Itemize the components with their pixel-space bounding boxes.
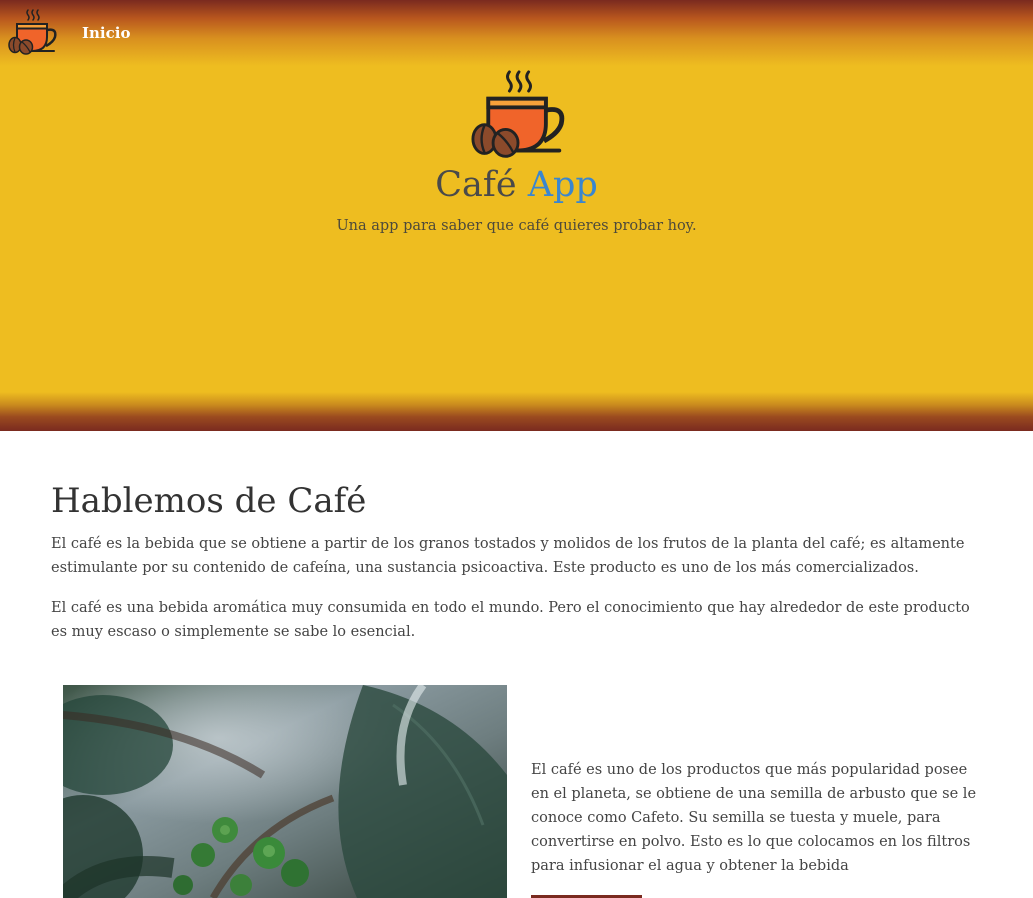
- second-paragraph: El café es una bebida aromática muy cons…: [51, 600, 970, 640]
- coffee-cup-beans-icon[interactable]: [8, 8, 58, 58]
- coffee-plant-photo: [63, 685, 507, 898]
- hero-banner: Inicio Café App Una app para saber que c…: [0, 0, 1033, 431]
- nav-link-inicio[interactable]: Inicio: [82, 24, 130, 42]
- section-heading: Hablemos de Café: [51, 481, 367, 521]
- hero-title-cafe: Café: [435, 165, 517, 205]
- intro-paragraph: El café es la bebida que se obtiene a pa…: [51, 536, 965, 576]
- hero-title: Café App: [0, 162, 1033, 208]
- coffee-cup-beans-icon: [471, 70, 565, 158]
- feature-text: El café es uno de los productos que más …: [531, 762, 977, 874]
- hero-subtitle: Una app para saber que café quieres prob…: [336, 218, 697, 234]
- hero-title-app: App: [527, 165, 598, 205]
